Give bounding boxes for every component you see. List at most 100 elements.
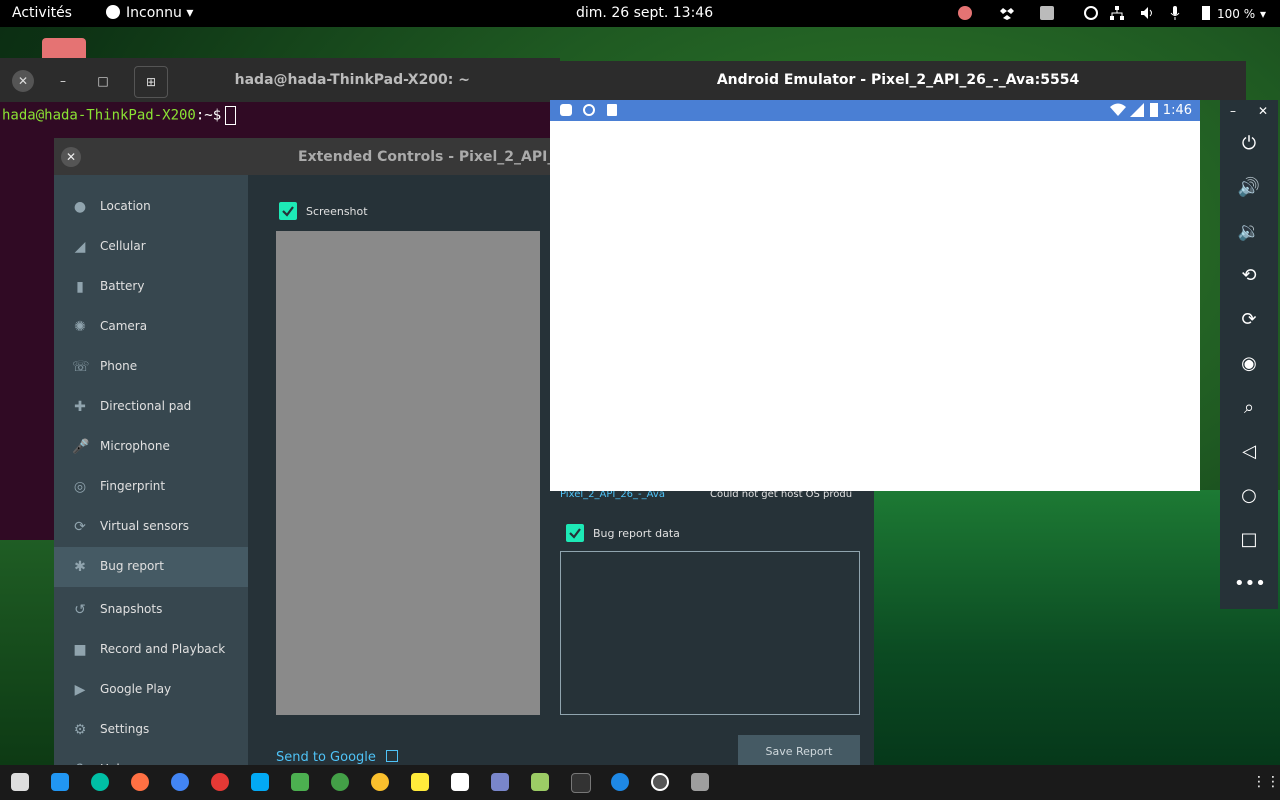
bug-icon: ✱ <box>74 559 86 575</box>
emulator-titlebar[interactable]: Android Emulator - Pixel_2_API_26_-_Ava:… <box>550 61 1246 100</box>
wallpaper-foliage <box>0 540 60 765</box>
extended-controls-close-button[interactable]: ✕ <box>61 147 81 167</box>
sensors-icon: ⟳ <box>74 519 86 535</box>
android-app-icon[interactable] <box>531 773 549 791</box>
emulator-close-button[interactable]: ✕ <box>1258 104 1268 118</box>
battery-percentage[interactable]: 100 % <box>1217 7 1255 21</box>
phone-icon: ☏ <box>72 359 90 375</box>
location-tray-icon[interactable] <box>1084 6 1098 20</box>
desktop-folder-icon[interactable] <box>42 38 86 60</box>
dropbox-icon[interactable] <box>1000 6 1014 20</box>
terminal-title: hada@hada-ThinkPad-X200: ~ <box>234 72 470 88</box>
power-icon[interactable]: ⏻ <box>1234 129 1264 159</box>
camera-aperture-icon: ✺ <box>74 319 86 335</box>
dock: ⋮⋮ <box>0 765 1280 800</box>
save-report-button[interactable]: Save Report <box>738 735 860 769</box>
emulator-screen[interactable]: 1:46 <box>550 100 1200 491</box>
rotate-left-icon[interactable]: ⟲ <box>1234 261 1264 291</box>
sidebar-item-label: Bug report <box>100 559 164 573</box>
app-icon[interactable] <box>691 773 709 791</box>
tray-app-icon[interactable] <box>958 6 972 20</box>
wallpaper-river <box>870 490 1280 765</box>
location-pin-icon: ● <box>73 199 87 215</box>
sidebar-item-google-play[interactable]: ▶ Google Play <box>54 670 248 710</box>
screenshot-checkbox[interactable] <box>279 202 297 220</box>
app-menu-icon <box>106 5 120 19</box>
app-icon[interactable] <box>91 773 109 791</box>
sidebar-item-settings[interactable]: ⚙ Settings <box>54 710 248 750</box>
sidebar-item-bug-report[interactable]: ✱ Bug report <box>54 547 248 587</box>
screenshot-label: Screenshot <box>306 205 368 218</box>
volume-icon[interactable] <box>1140 6 1154 20</box>
clock[interactable]: dim. 26 sept. 13:46 <box>576 5 713 21</box>
sidebar-item-location[interactable]: ● Location <box>54 187 248 227</box>
emulator-minimize-button[interactable]: – <box>1230 104 1236 118</box>
bug-report-data-textarea[interactable] <box>560 551 860 715</box>
sdcard-icon <box>607 104 617 116</box>
sidebar-item-label: Virtual sensors <box>100 519 190 533</box>
clipboard-icon[interactable] <box>1040 6 1054 20</box>
battery-tray-icon[interactable] <box>1202 6 1210 20</box>
sidebar-item-fingerprint[interactable]: ◎ Fingerprint <box>54 467 248 507</box>
terminal-app-icon[interactable] <box>571 773 591 793</box>
sidebar-item-label: Snapshots <box>100 602 163 616</box>
fingerprint-icon: ◎ <box>73 479 87 495</box>
android-status-bar: 1:46 <box>550 100 1200 121</box>
overview-icon[interactable]: □ <box>1234 525 1264 555</box>
vscode-app-icon[interactable] <box>51 773 69 791</box>
bug-report-data-checkbox[interactable] <box>566 524 584 542</box>
files-app-icon[interactable] <box>11 773 29 791</box>
sidebar-item-cellular[interactable]: ◢ Cellular <box>54 227 248 267</box>
app-menu-button[interactable]: Inconnu ▾ <box>106 5 193 21</box>
sidebar-item-microphone[interactable]: 🎤 Microphone <box>54 427 248 467</box>
sidebar-item-directional-pad[interactable]: ✚ Directional pad <box>54 387 248 427</box>
opera-app-icon[interactable] <box>211 773 229 791</box>
sidebar-item-snapshots[interactable]: ↺ Snapshots <box>54 590 248 630</box>
send-to-google-link[interactable]: Send to Google <box>276 750 399 765</box>
dpad-icon: ✚ <box>74 399 86 415</box>
extended-controls-title: Extended Controls - Pixel_2_API_26 <box>298 149 574 165</box>
sidebar-item-label: Fingerprint <box>100 479 166 493</box>
volume-down-icon[interactable]: 🔉 <box>1234 217 1264 247</box>
home-icon[interactable]: ○ <box>1234 481 1264 511</box>
zoom-icon[interactable]: ⌕ <box>1234 393 1264 423</box>
terminal-prompt[interactable]: hada@hada-ThinkPad-X200:~$ <box>2 106 237 125</box>
sidebar-item-label: Location <box>100 199 151 213</box>
more-icon[interactable]: ••• <box>1234 569 1266 599</box>
rotate-right-icon[interactable]: ⟳ <box>1234 305 1264 335</box>
back-icon[interactable]: ◁ <box>1234 437 1264 467</box>
microphone-tray-icon[interactable] <box>1168 6 1182 20</box>
screenshot-preview <box>276 231 540 715</box>
slack-app-icon[interactable] <box>291 773 309 791</box>
network-icon[interactable] <box>1110 6 1124 20</box>
firefox-app-icon[interactable] <box>131 773 149 791</box>
app-icon[interactable] <box>611 773 629 791</box>
skype-app-icon[interactable] <box>251 773 269 791</box>
volume-up-icon[interactable]: 🔊 <box>1234 173 1264 203</box>
sidebar-item-virtual-sensors[interactable]: ⟳ Virtual sensors <box>54 507 248 547</box>
sidebar-item-battery[interactable]: ▮ Battery <box>54 267 248 307</box>
screenshot-camera-icon[interactable]: ◉ <box>1234 349 1264 379</box>
app-icon[interactable] <box>371 773 389 791</box>
sidebar-item-camera[interactable]: ✺ Camera <box>54 307 248 347</box>
play-icon: ▶ <box>74 682 86 698</box>
prompt-user: hada@hada-ThinkPad-X200 <box>2 107 196 124</box>
extended-controls-sidebar: ● Location ◢ Cellular ▮ Battery ✺ Camera ☏ Phone ✚… <box>54 175 248 800</box>
sidebar-item-phone[interactable]: ☏ Phone <box>54 347 248 387</box>
android-studio-app-icon[interactable] <box>651 773 669 791</box>
sidebar-item-label: Phone <box>100 359 138 373</box>
sidebar-item-label: Microphone <box>100 439 170 453</box>
sidebar-item-record-and-playback[interactable]: ■ Record and Playback <box>54 630 248 670</box>
terminal-titlebar[interactable]: ✕ – □ ⊞ hada@hada-ThinkPad-X200: ~ <box>0 58 560 102</box>
app-icon[interactable] <box>491 773 509 791</box>
system-menu-arrow-icon[interactable]: ▾ <box>1260 7 1266 21</box>
office-app-icon[interactable] <box>451 773 469 791</box>
sidebar-item-label: Cellular <box>100 239 146 253</box>
show-apps-icon[interactable]: ⋮⋮ <box>1252 773 1280 791</box>
activities-button[interactable]: Activités <box>12 5 72 21</box>
sidebar-item-label: Google Play <box>100 682 172 696</box>
bug-report-data-label: Bug report data <box>593 527 680 540</box>
notes-app-icon[interactable] <box>411 773 429 791</box>
app-y-icon[interactable] <box>331 773 349 791</box>
chrome-app-icon[interactable] <box>171 773 189 791</box>
